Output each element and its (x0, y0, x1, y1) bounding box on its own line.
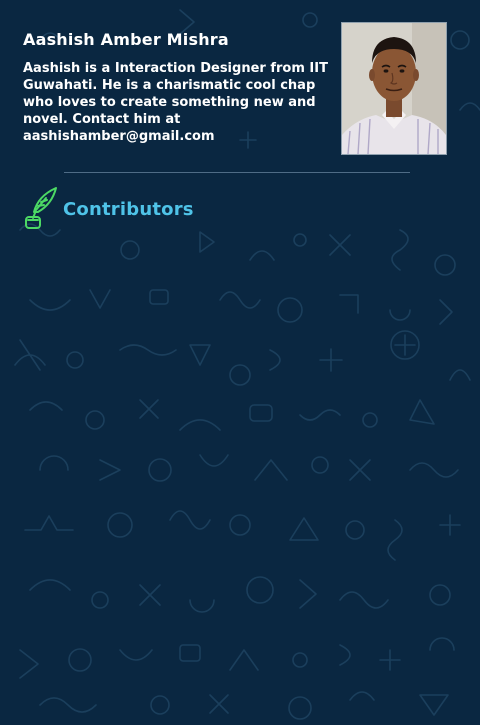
profile-photo (341, 22, 447, 155)
contributors-label: Contributors (63, 198, 194, 220)
profile-bio: Aashish is a Interaction Designer from I… (23, 61, 328, 144)
section-divider (64, 172, 410, 173)
quill-pen-icon (25, 187, 57, 229)
contributors-heading[interactable]: Contributors (22, 186, 194, 232)
profile-card: Aashish Amber Mishra Aashish is a Intera… (0, 0, 480, 170)
profile-name: Aashish Amber Mishra (23, 30, 229, 49)
